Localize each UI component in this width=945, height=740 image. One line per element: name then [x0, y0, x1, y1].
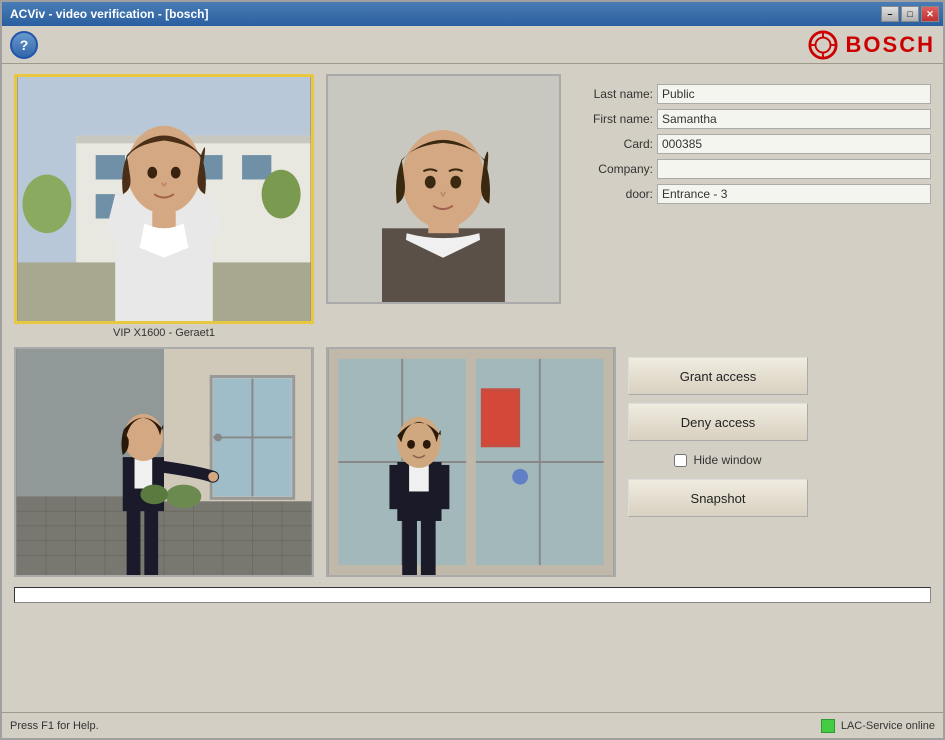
form-panel: Last name: First name: Card: Company: do… [573, 74, 931, 204]
service-status-text: LAC-Service online [841, 720, 935, 732]
bottom-section: Grant access Deny access Hide window Sna… [14, 347, 931, 577]
help-text: Press F1 for Help. [10, 720, 99, 732]
company-row: Company: [573, 159, 931, 179]
bosch-brand-text: BOSCH [846, 32, 935, 58]
card-label: Card: [573, 137, 653, 151]
camera2-image [16, 349, 312, 575]
service-indicator [821, 719, 835, 733]
card-input[interactable] [657, 134, 931, 154]
company-input[interactable] [657, 159, 931, 179]
main-window: ACViv - video verification - [bosch] – □… [0, 0, 945, 740]
camera2-video [14, 347, 314, 577]
status-right: LAC-Service online [821, 719, 935, 733]
bosch-ring-icon [808, 30, 838, 60]
window-title: ACViv - video verification - [bosch] [6, 7, 208, 21]
hide-window-row: Hide window [674, 449, 761, 471]
minimize-button[interactable]: – [881, 6, 899, 22]
camera3-video [326, 347, 616, 577]
top-section: VIP X1600 - Geraet1 [14, 74, 931, 339]
grant-access-button[interactable]: Grant access [628, 357, 808, 395]
inner-progress-bar [14, 587, 931, 603]
first-name-label: First name: [573, 112, 653, 126]
first-name-row: First name: [573, 109, 931, 129]
first-name-input[interactable] [657, 109, 931, 129]
hide-window-checkbox[interactable] [674, 454, 687, 467]
last-name-row: Last name: [573, 84, 931, 104]
door-input[interactable] [657, 184, 931, 204]
card-row: Card: [573, 134, 931, 154]
camera3-image [328, 349, 614, 575]
company-label: Company: [573, 162, 653, 176]
id-photo-image [328, 76, 559, 302]
hide-window-label: Hide window [693, 453, 761, 467]
deny-access-button[interactable]: Deny access [628, 403, 808, 441]
snapshot-button[interactable]: Snapshot [628, 479, 808, 517]
maximize-button[interactable]: □ [901, 6, 919, 22]
title-bar: ACViv - video verification - [bosch] – □… [2, 2, 943, 26]
last-name-label: Last name: [573, 87, 653, 101]
door-label: door: [573, 187, 653, 201]
close-button[interactable]: ✕ [921, 6, 939, 22]
camera1-panel: VIP X1600 - Geraet1 [14, 74, 314, 339]
bosch-logo: BOSCH [808, 30, 935, 60]
window-controls: – □ ✕ [881, 6, 939, 22]
id-photo [326, 74, 561, 304]
toolbar: ? BOSCH [2, 26, 943, 64]
camera1-video [14, 74, 314, 324]
door-row: door: [573, 184, 931, 204]
status-bar: Press F1 for Help. LAC-Service online [2, 712, 943, 738]
help-button[interactable]: ? [10, 31, 38, 59]
camera1-label: VIP X1600 - Geraet1 [14, 327, 314, 339]
action-panel: Grant access Deny access Hide window Sna… [628, 347, 808, 517]
id-photo-panel [326, 74, 561, 304]
main-content: VIP X1600 - Geraet1 [2, 64, 943, 712]
last-name-input[interactable] [657, 84, 931, 104]
camera1-image [17, 77, 311, 321]
